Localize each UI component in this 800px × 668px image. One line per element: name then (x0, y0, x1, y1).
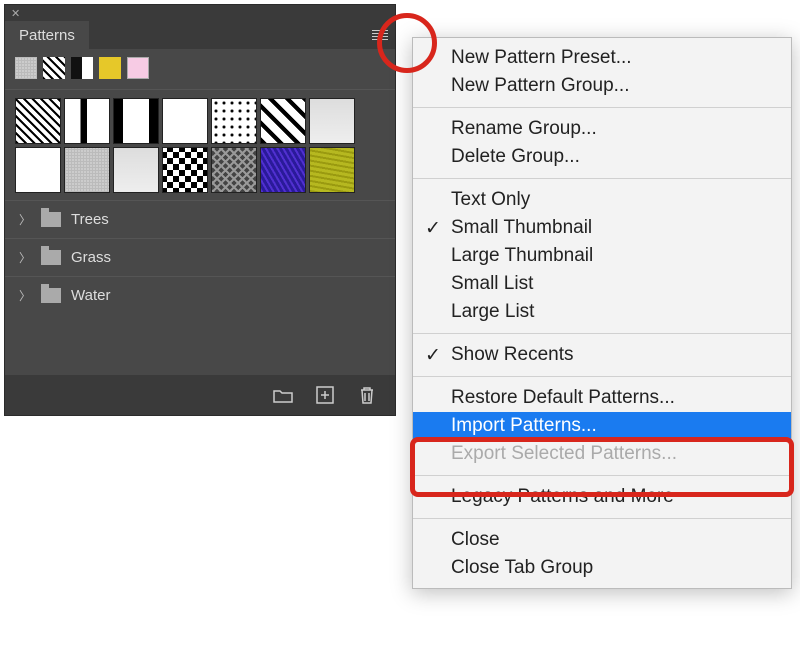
panel-tabrow: Patterns (5, 21, 395, 49)
pattern-swatch[interactable] (15, 98, 61, 144)
recent-swatch[interactable] (43, 57, 65, 79)
menu-item[interactable]: Text Only (413, 186, 791, 214)
folder-row[interactable]: 〉 Water (5, 276, 395, 314)
menu-item[interactable]: ✓ Small Thumbnail (413, 214, 791, 242)
menu-item-label: Large Thumbnail (451, 245, 593, 266)
menu-item[interactable]: New Pattern Preset... (413, 44, 791, 72)
pattern-swatch[interactable] (15, 147, 61, 193)
menu-separator (413, 376, 791, 377)
menu-item[interactable]: Large List (413, 298, 791, 326)
hamburger-icon (372, 30, 388, 40)
panel-flyout-menu: New Pattern Preset... New Pattern Group..… (412, 37, 792, 589)
menu-item-label: New Pattern Preset... (451, 47, 632, 68)
menu-separator (413, 107, 791, 108)
menu-separator (413, 178, 791, 179)
menu-item-label: Export Selected Patterns... (451, 443, 677, 464)
folder-label: Grass (71, 249, 111, 266)
menu-item[interactable]: Import Patterns... (413, 412, 791, 440)
pattern-swatch[interactable] (113, 147, 159, 193)
menu-item-label: Close (451, 529, 500, 550)
menu-item-label: Restore Default Patterns... (451, 387, 675, 408)
pattern-swatch[interactable] (64, 98, 110, 144)
pattern-swatch[interactable] (162, 147, 208, 193)
chevron-right-icon: 〉 (19, 249, 31, 266)
menu-item-label: Close Tab Group (451, 557, 593, 578)
menu-item[interactable]: Restore Default Patterns... (413, 384, 791, 412)
delete-button[interactable] (357, 385, 377, 405)
folder-icon (41, 288, 61, 303)
pattern-swatch[interactable] (309, 98, 355, 144)
pattern-swatch[interactable] (211, 98, 257, 144)
pattern-swatch[interactable] (211, 147, 257, 193)
panel-titlebar[interactable]: ✕ (5, 5, 395, 21)
pattern-swatch[interactable] (309, 147, 355, 193)
chevron-right-icon: 〉 (19, 287, 31, 304)
menu-item[interactable]: Legacy Patterns and More (413, 483, 791, 511)
menu-item-label: New Pattern Group... (451, 75, 629, 96)
folder-row[interactable]: 〉 Trees (5, 200, 395, 238)
new-pattern-button[interactable] (315, 385, 335, 405)
tab-patterns[interactable]: Patterns (5, 21, 89, 50)
panel-footer (5, 375, 395, 415)
patterns-panel: ✕ Patterns (4, 4, 396, 416)
recent-swatch[interactable] (71, 57, 93, 79)
pattern-swatch[interactable] (260, 147, 306, 193)
menu-item[interactable]: Large Thumbnail (413, 242, 791, 270)
menu-item[interactable]: Close Tab Group (413, 554, 791, 582)
folder-label: Water (71, 287, 110, 304)
check-icon: ✓ (425, 217, 441, 240)
recent-patterns (5, 49, 395, 90)
pattern-swatch[interactable] (260, 98, 306, 144)
menu-separator (413, 518, 791, 519)
folder-row[interactable]: 〉 Grass (5, 238, 395, 276)
pattern-grid (5, 90, 395, 200)
panel-menu-button[interactable] (365, 21, 395, 49)
menu-item-label: Show Recents (451, 344, 574, 365)
menu-item-label: Text Only (451, 189, 530, 210)
menu-item[interactable]: Small List (413, 270, 791, 298)
menu-item[interactable]: New Pattern Group... (413, 72, 791, 100)
check-icon: ✓ (425, 344, 441, 367)
menu-item-label: Rename Group... (451, 118, 597, 139)
menu-item-label: Small Thumbnail (451, 217, 592, 238)
menu-item[interactable]: ✓ Show Recents (413, 341, 791, 369)
folder-label: Trees (71, 211, 109, 228)
menu-item-label: Large List (451, 301, 534, 322)
menu-item: Export Selected Patterns... (413, 440, 791, 468)
menu-item-label: Delete Group... (451, 146, 580, 167)
pattern-swatch[interactable] (113, 98, 159, 144)
menu-item-label: Small List (451, 273, 533, 294)
pattern-swatch[interactable] (64, 147, 110, 193)
menu-item-label: Legacy Patterns and More (451, 486, 674, 507)
menu-item[interactable]: Close (413, 526, 791, 554)
chevron-right-icon: 〉 (19, 211, 31, 228)
folder-icon (41, 212, 61, 227)
menu-item-label: Import Patterns... (451, 415, 597, 436)
recent-swatch[interactable] (99, 57, 121, 79)
menu-separator (413, 475, 791, 476)
menu-separator (413, 333, 791, 334)
recent-swatch[interactable] (127, 57, 149, 79)
new-group-button[interactable] (273, 385, 293, 405)
menu-item[interactable]: Rename Group... (413, 115, 791, 143)
close-icon[interactable]: ✕ (11, 7, 20, 20)
pattern-swatch[interactable] (162, 98, 208, 144)
menu-item[interactable]: Delete Group... (413, 143, 791, 171)
folder-icon (41, 250, 61, 265)
recent-swatch[interactable] (15, 57, 37, 79)
